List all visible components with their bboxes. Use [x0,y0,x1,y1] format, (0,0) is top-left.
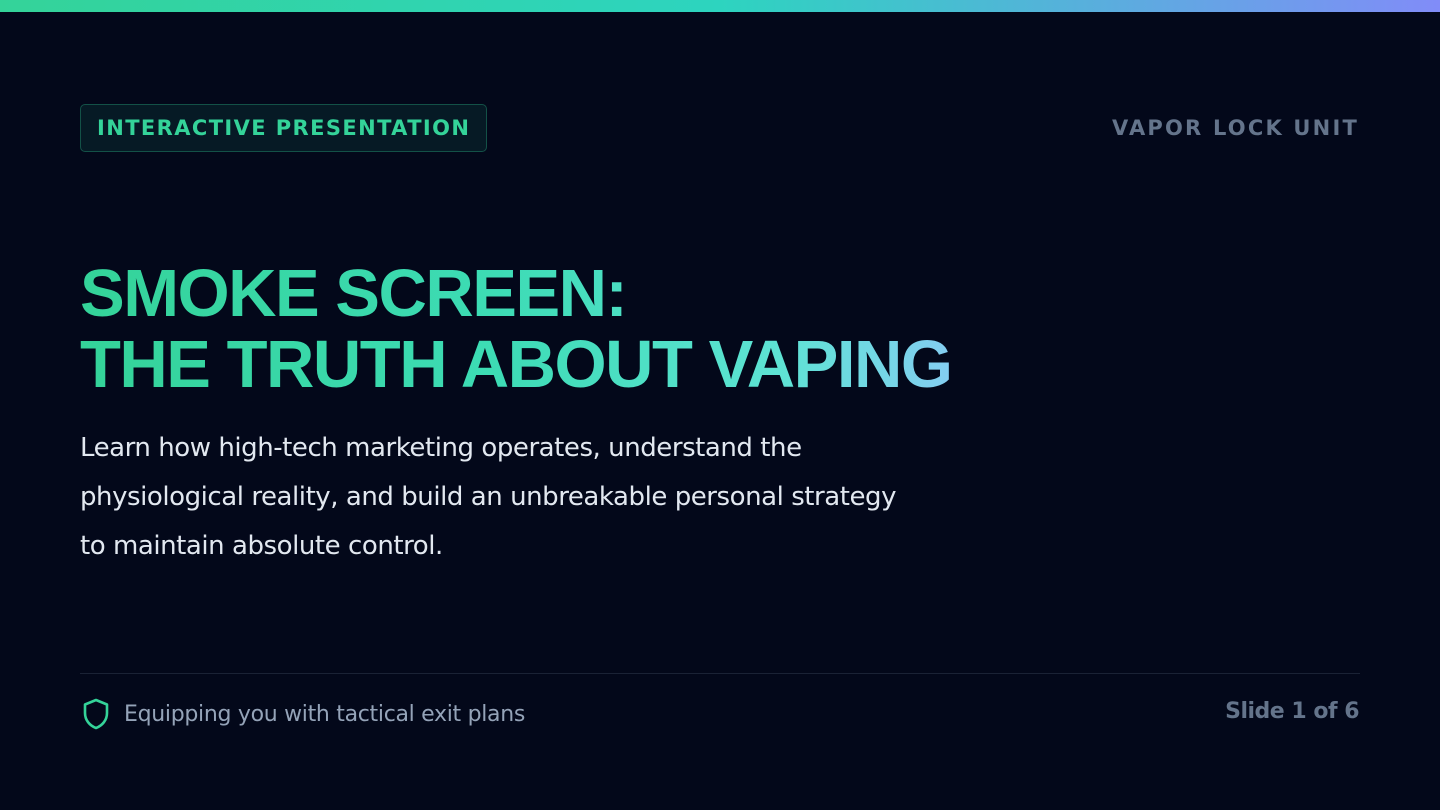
presentation-badge: INTERACTIVE PRESENTATION [80,104,488,152]
slide-title-line-2: THE TRUTH ABOUT VAPING [80,327,952,402]
unit-label: VAPOR LOCK UNIT [1111,116,1359,140]
slide-counter: Slide 1 of 6 [1225,699,1359,724]
top-gradient-bar [0,0,1440,12]
slide-title-line-1: SMOKE SCREEN: [80,256,627,331]
slide-subtitle: Learn how high-tech marketing operates, … [80,433,897,561]
shield-icon [83,698,109,730]
footer-tagline-group: Equipping you with tactical exit plans [80,697,525,731]
footer-tagline: Equipping you with tactical exit plans [124,701,526,727]
footer-divider [80,673,1360,674]
slide-title: SMOKE SCREEN: THE TRUTH ABOUT VAPING [80,258,951,400]
presentation-slide: INTERACTIVE PRESENTATION VAPOR LOCK UNIT… [0,0,1440,810]
